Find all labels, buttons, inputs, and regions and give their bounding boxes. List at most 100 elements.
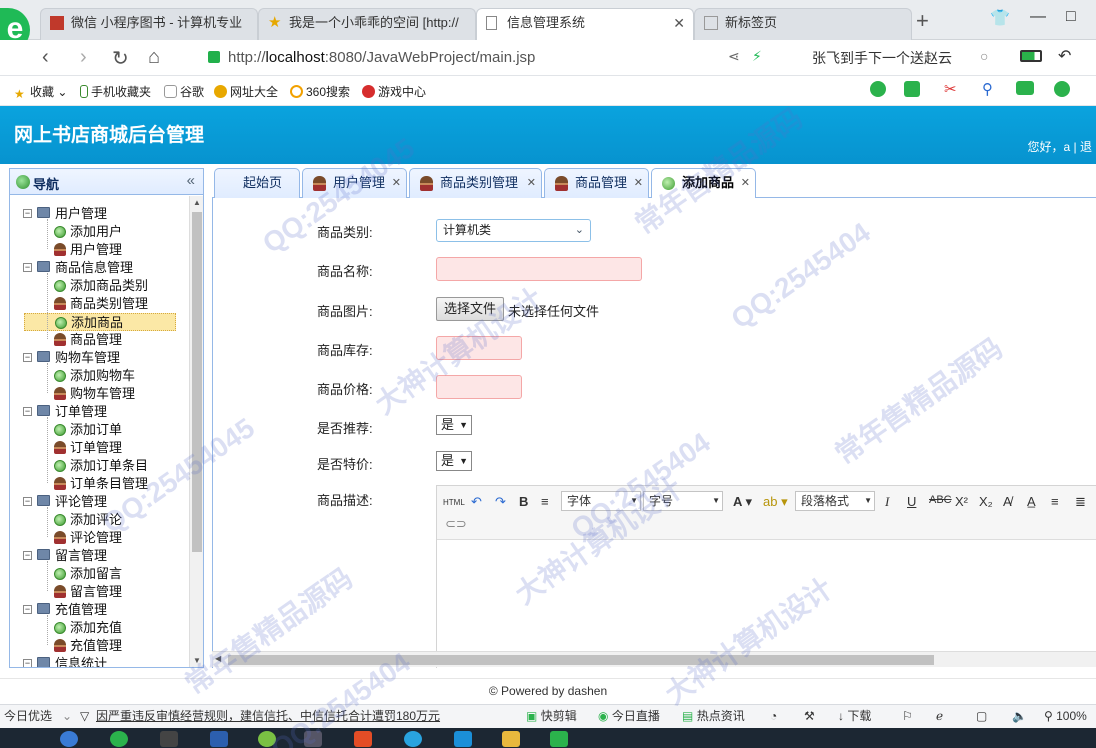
- strikethrough-icon[interactable]: ABC: [929, 494, 952, 506]
- minimize-button[interactable]: —: [1030, 8, 1046, 26]
- collapse-toggle-icon[interactable]: −: [23, 551, 32, 560]
- align-left-icon[interactable]: ≡: [1051, 494, 1059, 509]
- undo-icon[interactable]: ↶: [1058, 46, 1071, 66]
- status-download[interactable]: ↓ 下载: [838, 705, 871, 727]
- new-tab-button[interactable]: +: [916, 8, 929, 34]
- close-icon[interactable]: ✕: [634, 169, 643, 197]
- choose-file-button[interactable]: 选择文件: [436, 297, 504, 321]
- taskbar-media-icon[interactable]: [304, 731, 322, 747]
- bookmark-360[interactable]: 360搜索: [290, 83, 350, 100]
- stock-field[interactable]: [436, 336, 522, 360]
- search-icon[interactable]: ○: [980, 48, 988, 64]
- product-name-field[interactable]: [436, 257, 642, 281]
- magnifier-icon[interactable]: ⚲: [982, 80, 993, 98]
- collapse-toggle-icon[interactable]: −: [23, 659, 32, 667]
- taskbar-folder-icon[interactable]: [502, 731, 520, 747]
- paragraph-format-select[interactable]: 段落格式 ▼: [795, 491, 875, 511]
- tab-category-manage[interactable]: 商品类别管理 ✕: [409, 168, 542, 198]
- close-icon[interactable]: ✕: [527, 169, 536, 197]
- url-field[interactable]: http://localhost:8080/JavaWebProject/mai…: [228, 45, 728, 71]
- maximize-button[interactable]: □: [1066, 8, 1076, 26]
- close-icon[interactable]: ✕: [673, 9, 685, 37]
- close-icon[interactable]: ✕: [392, 169, 401, 197]
- collapse-toggle-icon[interactable]: −: [23, 497, 32, 506]
- status-tool-icon[interactable]: ⚒: [804, 705, 815, 727]
- browser-tab-1[interactable]: 微信 小程序图书 - 计算机专业: [40, 8, 258, 40]
- bold-icon[interactable]: B: [519, 494, 528, 509]
- chevron-down-icon[interactable]: ⌄: [62, 705, 72, 727]
- status-flag-icon[interactable]: ⚐: [902, 705, 913, 727]
- browser-tab-2[interactable]: ★ 我是一个小乖乖的空间 [http://: [258, 8, 476, 40]
- clear-format-icon[interactable]: A̸: [1003, 494, 1012, 509]
- scissors-icon[interactable]: ✂: [944, 80, 957, 98]
- status-speed-icon[interactable]: ◔: [770, 705, 777, 727]
- bookmark-google[interactable]: 谷歌: [164, 83, 204, 100]
- translate-icon[interactable]: [904, 81, 920, 97]
- bookmark-games[interactable]: 游戏中心: [362, 83, 426, 100]
- content-hscrollbar[interactable]: ◀: [212, 651, 1096, 667]
- underline-icon[interactable]: U: [907, 494, 916, 509]
- tab-home[interactable]: 起始页: [214, 168, 300, 198]
- font-color-icon[interactable]: A ▾: [733, 494, 752, 510]
- back-icon[interactable]: ‹: [42, 46, 49, 69]
- scrollbar-thumb[interactable]: [228, 655, 934, 665]
- flash-icon[interactable]: ⚡: [752, 48, 762, 65]
- share-icon[interactable]: ⋖: [728, 48, 740, 65]
- collapse-toggle-icon[interactable]: −: [23, 605, 32, 614]
- price-field[interactable]: [436, 375, 522, 399]
- status-ie-icon[interactable]: ℯ: [936, 705, 943, 727]
- redo-icon[interactable]: ↷: [495, 494, 506, 510]
- select-all-icon[interactable]: A̲: [1027, 494, 1036, 509]
- bookmark-hao[interactable]: 网址大全: [214, 83, 278, 100]
- collapse-toggle-icon[interactable]: −: [23, 353, 32, 362]
- superscript-icon[interactable]: X²: [955, 494, 968, 509]
- taskbar-ie-icon[interactable]: [60, 731, 78, 747]
- status-quick-edit[interactable]: ▣ 快剪辑: [526, 705, 577, 727]
- taskbar-360-icon[interactable]: [258, 731, 276, 747]
- bookmark-favorites[interactable]: ★ 收藏 ⌄: [14, 83, 67, 101]
- browser-tab-active[interactable]: 信息管理系统 ✕: [476, 8, 694, 41]
- scroll-left-icon[interactable]: ◀: [215, 654, 221, 663]
- collapse-toggle-icon[interactable]: −: [23, 263, 32, 272]
- scroll-up-icon[interactable]: ▲: [193, 198, 201, 207]
- shirt-icon[interactable]: 👕: [990, 8, 1010, 28]
- undo-icon[interactable]: ↶: [471, 494, 482, 510]
- user-greeting[interactable]: 您好，a | 退: [1028, 138, 1092, 155]
- taskbar-html5-icon[interactable]: [354, 731, 372, 747]
- collapse-icon[interactable]: «: [187, 172, 195, 189]
- tab-product-manage[interactable]: 商品管理 ✕: [544, 168, 649, 198]
- html-source-button[interactable]: HTML: [443, 498, 465, 507]
- status-zoom[interactable]: ⚲ 100%: [1044, 705, 1087, 727]
- italic-icon[interactable]: I: [885, 494, 889, 510]
- chat-icon[interactable]: [870, 81, 886, 97]
- close-icon[interactable]: ✕: [741, 169, 750, 197]
- taskbar-app-icon[interactable]: [210, 731, 228, 747]
- browser-tab-4[interactable]: 新标签页: [694, 8, 912, 40]
- taskbar-wechat-icon[interactable]: [550, 731, 568, 747]
- category-select[interactable]: 计算机类 ⌄: [436, 219, 591, 242]
- rich-text-editor[interactable]: HTML ↶ ↷ B ≡ 字体 ▼ 字号 ▼ A ▾ ab ▾ 段落格式 ▼ I U …: [436, 485, 1096, 668]
- status-window-icon[interactable]: ▢: [976, 705, 987, 727]
- taskbar-qq-icon[interactable]: [404, 731, 422, 747]
- yen-icon[interactable]: [1054, 81, 1070, 97]
- link-icon[interactable]: ⊂⊃: [445, 516, 467, 532]
- special-select[interactable]: 是 ▼: [436, 451, 472, 471]
- forward-icon[interactable]: ›: [80, 46, 87, 69]
- status-volume-icon[interactable]: 🔈: [1012, 705, 1027, 727]
- subscript-icon[interactable]: X₂: [979, 494, 993, 509]
- font-size-select[interactable]: 字号 ▼: [643, 491, 723, 511]
- taskbar-browser-icon[interactable]: [110, 731, 128, 747]
- news-ticker[interactable]: 因严重违反审慎经营规则，建信信托、中信信托合计遭罚180万元: [96, 705, 440, 727]
- highlight-icon[interactable]: ab ▾: [763, 494, 788, 510]
- collapse-toggle-icon[interactable]: −: [23, 209, 32, 218]
- tab-add-product[interactable]: 添加商品 ✕: [651, 168, 756, 199]
- align-center-icon[interactable]: ≣: [1075, 494, 1086, 510]
- home-icon[interactable]: ⌂: [148, 46, 160, 69]
- refresh-icon[interactable]: ↻: [112, 46, 129, 71]
- search-suggestion[interactable]: 张飞到手下一个送赵云: [812, 48, 952, 68]
- taskbar-terminal-icon[interactable]: [160, 731, 178, 747]
- collapse-toggle-icon[interactable]: −: [23, 407, 32, 416]
- status-live[interactable]: ◉ 今日直播: [598, 705, 660, 727]
- format-icon[interactable]: ≡: [541, 494, 549, 509]
- tab-user-manage[interactable]: 用户管理 ✕: [302, 168, 407, 198]
